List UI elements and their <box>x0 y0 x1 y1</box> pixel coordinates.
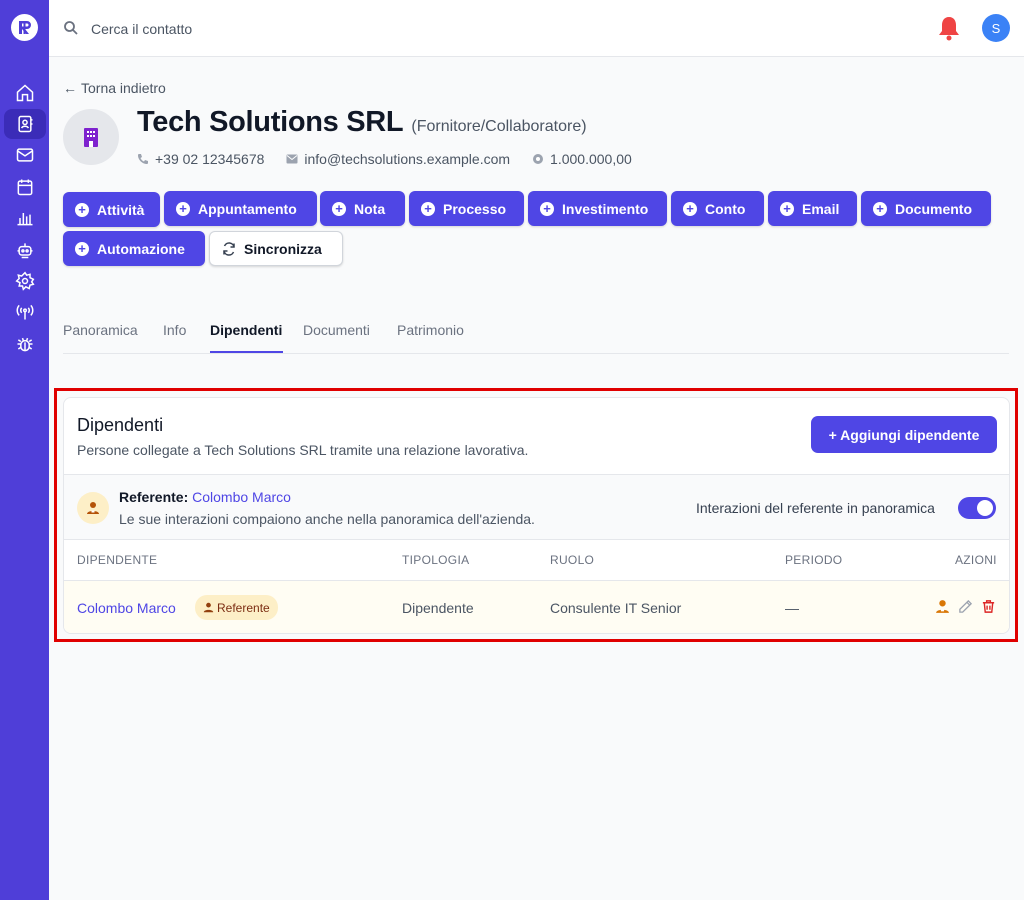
plus-circle-icon: + <box>683 201 697 216</box>
add-email-button[interactable]: + Email <box>768 191 857 226</box>
referent-row: Referente: Colombo Marco Le sue interazi… <box>64 474 1009 540</box>
employee-name-link[interactable]: Colombo Marco <box>77 600 176 616</box>
employees-subtitle: Persone collegate a Tech Solutions SRL t… <box>77 442 529 458</box>
contacts-icon <box>18 115 33 133</box>
add-account-button[interactable]: + Conto <box>671 191 764 226</box>
add-activity-button[interactable]: + Attività <box>63 192 160 227</box>
toggle-knob <box>977 500 993 516</box>
tab-info[interactable]: Info <box>163 322 186 338</box>
add-automation-button[interactable]: + Automazione <box>63 231 205 266</box>
company-capital: 1.000.000,00 <box>532 151 632 167</box>
bell-icon[interactable] <box>937 15 961 41</box>
edit-icon[interactable] <box>958 599 973 614</box>
plus-circle-icon: + <box>421 201 435 216</box>
sidebar-item-mail[interactable] <box>4 140 46 170</box>
employees-card: Dipendenti Persone collegate a Tech Solu… <box>63 397 1010 634</box>
arrow-left-icon: ← <box>63 80 77 96</box>
table-row: Colombo Marco Referente Dipendente Consu… <box>64 581 1009 633</box>
back-label: Torna indietro <box>81 80 166 96</box>
add-note-button[interactable]: + Nota <box>320 191 405 226</box>
row-actions <box>935 599 996 614</box>
company-phone[interactable]: +39 02 12345678 <box>137 151 264 167</box>
trash-icon[interactable] <box>981 599 996 614</box>
add-employee-button[interactable]: + Aggiungi dipendente <box>811 416 997 453</box>
col-header-type: TIPOLOGIA <box>402 553 470 567</box>
referent-interactions-toggle[interactable] <box>958 497 996 519</box>
tab-patrimonio[interactable]: Patrimonio <box>397 322 464 338</box>
plus-circle-icon: + <box>75 202 89 217</box>
col-header-actions: AZIONI <box>955 553 997 567</box>
sidebar <box>0 0 49 900</box>
plus-circle-icon: + <box>332 201 346 216</box>
home-icon <box>16 84 34 102</box>
tab-dipendenti[interactable]: Dipendenti <box>210 322 282 338</box>
settings-icon <box>15 271 35 291</box>
topbar: S <box>49 0 1024 57</box>
sidebar-item-contacts[interactable] <box>4 109 46 139</box>
add-document-button[interactable]: + Documento <box>861 191 991 226</box>
tab-documenti[interactable]: Documenti <box>303 322 370 338</box>
employee-role: Consulente IT Senior <box>550 600 682 616</box>
add-investment-button[interactable]: + Investimento <box>528 191 667 226</box>
referent-description: Le sue interazioni compaiono anche nella… <box>119 511 535 527</box>
referent-badge: Referente <box>195 595 278 620</box>
company-meta: +39 02 12345678 info@techsolutions.examp… <box>137 151 632 167</box>
person-badge-icon <box>203 602 214 613</box>
sidebar-item-automation[interactable] <box>4 235 46 265</box>
referent-label: Referente: Colombo Marco <box>119 489 291 505</box>
user-avatar[interactable]: S <box>982 14 1010 42</box>
col-header-employee: DIPENDENTE <box>77 553 158 567</box>
col-header-period: PERIODO <box>785 553 843 567</box>
set-referent-icon[interactable] <box>935 599 950 614</box>
sidebar-item-home[interactable] <box>4 78 46 108</box>
referent-toggle-label: Interazioni del referente in panoramica <box>696 500 935 516</box>
plus-circle-icon: + <box>873 201 887 216</box>
mail-icon <box>286 154 298 164</box>
calendar-icon <box>17 179 33 196</box>
company-name: Tech Solutions SRL <box>137 106 404 138</box>
building-icon <box>84 128 98 147</box>
sync-button[interactable]: Sincronizza <box>209 231 343 266</box>
employee-period: — <box>785 600 799 616</box>
plus-circle-icon: + <box>176 201 190 216</box>
plus-circle-icon: + <box>780 201 794 216</box>
coin-icon <box>533 154 544 164</box>
add-process-button[interactable]: + Processo <box>409 191 524 226</box>
phone-icon <box>138 154 148 164</box>
robot-icon <box>17 243 33 259</box>
sidebar-item-settings[interactable] <box>4 266 46 296</box>
search-input[interactable] <box>91 16 491 42</box>
company-type: (Fornitore/Collaboratore) <box>411 118 587 135</box>
company-avatar <box>63 109 119 165</box>
col-header-role: RUOLO <box>550 553 595 567</box>
plus-circle-icon: + <box>540 201 554 216</box>
tab-bar: Panoramica Info Dipendenti Documenti Pat… <box>63 312 1009 354</box>
referent-name-link[interactable]: Colombo Marco <box>192 489 291 505</box>
sidebar-item-calendar[interactable] <box>4 172 46 202</box>
company-email[interactable]: info@techsolutions.example.com <box>286 151 510 167</box>
sidebar-item-reports[interactable] <box>4 203 46 233</box>
plus-circle-icon: + <box>75 241 89 256</box>
app-logo[interactable] <box>11 14 38 41</box>
bug-icon <box>17 337 33 352</box>
antenna-icon <box>16 304 34 320</box>
tab-panoramica[interactable]: Panoramica <box>63 322 138 338</box>
referent-icon <box>77 492 109 524</box>
back-link[interactable]: ← Torna indietro <box>63 80 166 96</box>
chart-icon <box>17 213 33 226</box>
sidebar-item-debug[interactable] <box>4 329 46 359</box>
mail-icon <box>16 148 34 162</box>
sidebar-item-integrations[interactable] <box>4 297 46 327</box>
employees-title: Dipendenti <box>77 415 164 435</box>
add-appointment-button[interactable]: + Appuntamento <box>164 191 317 226</box>
search-icon <box>64 21 78 35</box>
person-badge-icon <box>87 502 99 514</box>
employee-type: Dipendente <box>402 600 474 616</box>
active-tab-indicator <box>210 351 283 353</box>
company-title: Tech Solutions SRL (Fornitore/Collaborat… <box>137 106 587 139</box>
refresh-icon <box>223 241 235 256</box>
